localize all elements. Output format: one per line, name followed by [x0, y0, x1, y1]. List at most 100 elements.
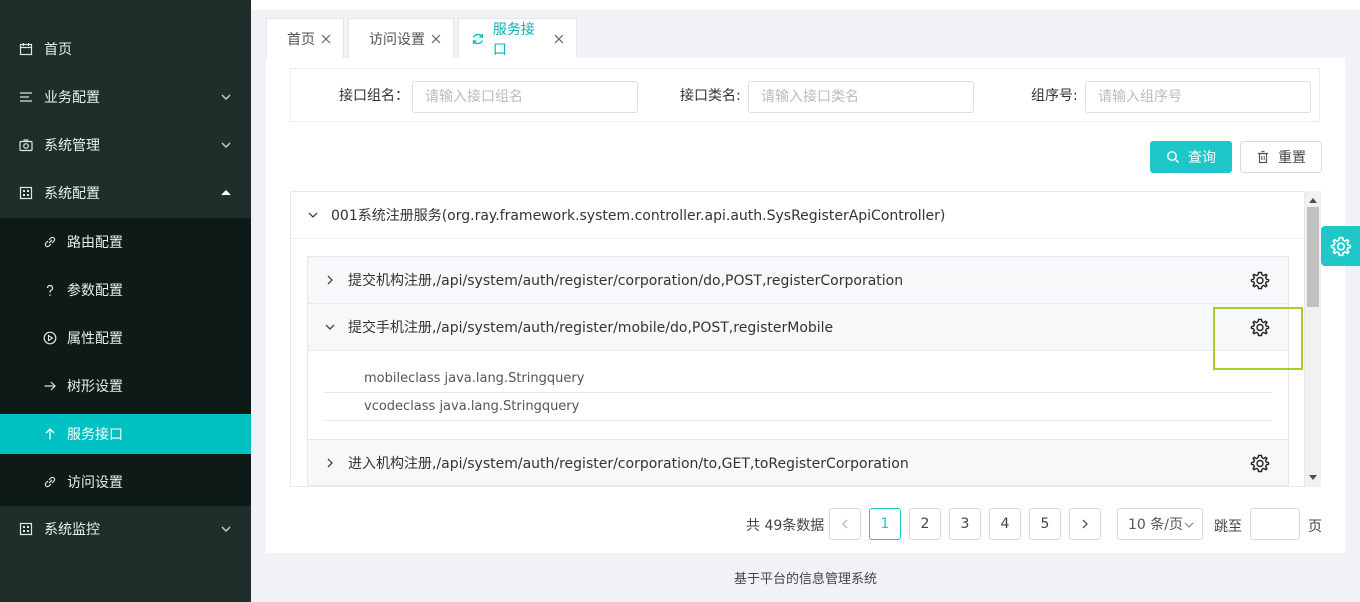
footer-text: 基于平台的信息管理系统: [733, 572, 877, 587]
group-name-input[interactable]: [412, 81, 638, 113]
sidebar-item-route-config[interactable]: 路由配置: [0, 222, 251, 262]
trash-icon: [1258, 150, 1268, 164]
tab-label: 服务接口: [492, 21, 535, 58]
jump-page-input[interactable]: [1250, 508, 1300, 540]
link-icon: [42, 235, 57, 250]
tree-group-title: 001系统注册服务(org.ray.framework.system.contr…: [331, 208, 946, 224]
grid-icon: [18, 185, 34, 201]
page-button-1[interactable]: 1: [869, 508, 901, 540]
settings-float-button[interactable]: [1321, 226, 1360, 266]
gear-icon[interactable]: [1250, 453, 1270, 473]
arrow-up-icon: [42, 427, 57, 442]
tab-home[interactable]: 首页: [266, 18, 344, 58]
search-icon: [1167, 151, 1179, 163]
top-header: [251, 0, 1360, 10]
main-panel: 接口组名： 接口类名: 组序号: 查询 重置 001系统注册服务(org.ray…: [266, 58, 1345, 553]
jump-label: 跳至: [1214, 519, 1242, 535]
close-icon[interactable]: [321, 34, 331, 44]
interface-row-label: 提交手机注册,/api/system/auth/register/mobile/…: [348, 320, 834, 336]
param-text: vcodeclass java.lang.Stringquery: [364, 399, 580, 414]
sidebar-item-system-management[interactable]: 系统管理: [0, 125, 251, 165]
close-icon[interactable]: [431, 34, 441, 44]
class-name-input[interactable]: [748, 81, 974, 113]
page-size-select[interactable]: 10 条/页: [1117, 508, 1203, 540]
reset-button-label: 重置: [1278, 150, 1306, 166]
next-page-button[interactable]: [1069, 508, 1101, 540]
sidebar-item-label: 访问设置: [67, 475, 123, 491]
interface-row-label: 进入机构注册,/api/system/auth/register/corpora…: [348, 455, 909, 472]
tree-group-header[interactable]: 001系统注册服务(org.ray.framework.system.contr…: [291, 192, 1304, 239]
sidebar-item-service-interface[interactable]: 服务接口: [0, 414, 251, 454]
tab-bar: 首页 访问设置 服务接口: [251, 10, 1360, 58]
total-count: 共 49条数据: [746, 518, 825, 534]
order-label: 组序号:: [1031, 88, 1078, 104]
chevron-up-icon: [221, 190, 231, 196]
tree-scrollbar[interactable]: [1305, 191, 1321, 487]
interface-list: 提交机构注册,/api/system/auth/register/corpora…: [307, 256, 1289, 486]
tab-label: 访问设置: [369, 31, 425, 48]
page-suffix: 页: [1308, 519, 1322, 535]
sidebar-item-system-config[interactable]: 系统配置: [0, 173, 251, 213]
tab-label: 首页: [287, 31, 315, 48]
chevron-down-icon: [221, 526, 231, 532]
sidebar-item-label: 系统监控: [44, 522, 100, 538]
sidebar-item-tree-settings[interactable]: 树形设置: [0, 366, 251, 406]
interface-tree: 001系统注册服务(org.ray.framework.system.contr…: [290, 191, 1305, 487]
group-name-label: 接口组名：: [339, 88, 409, 104]
gear-icon[interactable]: [1250, 270, 1270, 290]
sidebar-item-label: 业务配置: [44, 90, 100, 106]
sidebar-item-label: 系统管理: [44, 138, 100, 154]
page-button-2[interactable]: 2: [909, 508, 941, 540]
calendar-icon: [18, 41, 34, 57]
chevron-down-icon: [1184, 522, 1194, 528]
page-size-value: 10 条/页: [1128, 517, 1183, 533]
interface-row[interactable]: 提交机构注册,/api/system/auth/register/corpora…: [308, 257, 1288, 304]
sidebar-item-label: 首页: [44, 42, 72, 58]
page-footer: 基于平台的信息管理系统: [251, 553, 1360, 602]
sidebar-item-label: 参数配置: [67, 283, 123, 299]
gear-icon: [1330, 236, 1351, 257]
interface-row-label: 提交机构注册,/api/system/auth/register/corpora…: [348, 273, 904, 289]
sidebar-item-label: 树形设置: [67, 379, 123, 395]
chevron-right-icon: [1082, 519, 1088, 529]
page-button-5[interactable]: 5: [1029, 508, 1061, 540]
sidebar-item-system-monitor[interactable]: 系统监控: [0, 509, 251, 549]
sidebar-item-access-settings[interactable]: 访问设置: [0, 462, 251, 502]
chevron-right-icon: [327, 458, 333, 467]
prev-page-button[interactable]: [829, 508, 861, 540]
reset-button[interactable]: 重置: [1240, 141, 1322, 173]
chevron-left-icon: [842, 519, 848, 529]
search-form: 接口组名： 接口类名: 组序号:: [290, 68, 1320, 122]
tab-service-interface[interactable]: 服务接口: [458, 18, 577, 58]
scroll-down-icon[interactable]: [1305, 471, 1321, 485]
sidebar-item-label: 系统配置: [44, 186, 100, 202]
scrollbar-thumb[interactable]: [1307, 207, 1319, 307]
param-item: vcodeclass java.lang.Stringquery: [324, 393, 1272, 421]
class-name-label: 接口类名:: [680, 88, 741, 104]
page-button-4[interactable]: 4: [989, 508, 1021, 540]
arrow-right-icon: [42, 379, 57, 394]
order-input[interactable]: [1085, 81, 1311, 113]
link-icon: [42, 475, 57, 490]
chevron-down-icon: [308, 212, 318, 218]
chevron-right-icon: [327, 275, 333, 285]
query-button[interactable]: 查询: [1150, 141, 1232, 173]
close-icon[interactable]: [554, 34, 564, 44]
chevron-down-icon: [325, 324, 335, 330]
sidebar-item-attribute-config[interactable]: 属性配置: [0, 318, 251, 358]
gear-icon[interactable]: [1250, 317, 1270, 337]
sidebar-item-home[interactable]: 首页: [0, 29, 251, 69]
query-button-label: 查询: [1188, 150, 1216, 166]
scroll-up-icon[interactable]: [1305, 193, 1321, 207]
interface-row[interactable]: 提交手机注册,/api/system/auth/register/mobile/…: [308, 304, 1288, 351]
sidebar-item-param-config[interactable]: 参数配置: [0, 270, 251, 310]
tab-access-settings[interactable]: 访问设置: [348, 18, 454, 58]
sidebar-item-label: 路由配置: [67, 235, 123, 251]
sidebar: 首页 业务配置 系统管理 系统配置 路由配置 参数配置 属性配置 树形设置 服务…: [0, 0, 251, 602]
grid-icon: [18, 521, 34, 537]
interface-row[interactable]: 进入机构注册,/api/system/auth/register/corpora…: [308, 439, 1288, 486]
sidebar-item-business-config[interactable]: 业务配置: [0, 77, 251, 117]
page-button-3[interactable]: 3: [949, 508, 981, 540]
play-circle-icon: [42, 331, 57, 346]
chevron-down-icon: [221, 142, 231, 148]
